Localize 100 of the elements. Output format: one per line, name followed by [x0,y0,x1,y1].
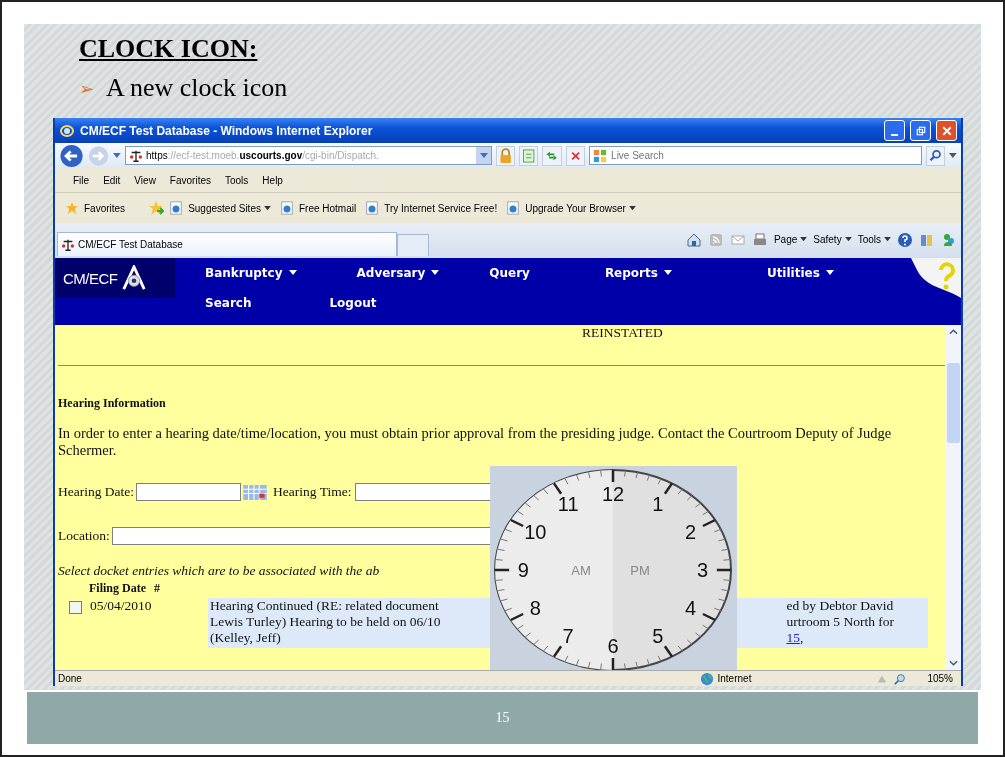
field-label: Hearing Time: [273,484,352,500]
caret-icon[interactable] [949,152,958,159]
close-button[interactable] [936,120,957,141]
nav-menu-item[interactable]: Search [205,296,252,310]
page-icon[interactable] [279,201,294,215]
clock-hour-number[interactable]: 10 [524,521,547,543]
caret-icon [628,205,636,211]
page-icon[interactable] [169,201,184,215]
app-logo-text: CM/ECF [63,269,118,287]
clock-hour-number[interactable]: 4 [685,597,697,619]
search-field[interactable]: Live Search [611,150,921,161]
add-favorite-icon[interactable] [148,200,165,216]
clock-hour-number[interactable]: 7 [562,624,574,647]
favorites-link[interactable]: Suggested Sites [188,202,271,214]
field-label: Hearing Date: [58,484,135,500]
clock-hour-number[interactable]: 9 [517,559,529,581]
caret-icon [884,237,891,242]
status-text: Done [58,673,82,684]
clock-hour-number[interactable]: 5 [652,624,664,647]
globe-icon [699,671,714,686]
command-menu[interactable]: Page [773,228,808,251]
restore-button[interactable] [910,120,931,141]
minimize-icon [891,133,898,136]
clock-hour-number[interactable]: 8 [529,597,541,619]
menu-item[interactable]: Favorites [169,174,211,186]
favorites-link[interactable]: Upgrade Your Browser [525,202,636,214]
page-icon[interactable] [365,201,380,215]
docket-text: , [799,630,804,645]
instruction-note: Select docket entries which are to be associated with the ab [58,563,380,579]
caret-icon [844,237,852,242]
menu-item[interactable]: File [73,174,90,186]
docket-text: ed by Debtor David [786,598,894,614]
caret-icon [663,270,672,276]
slide-number: 15 [495,710,510,726]
case-status-text: REINSTATED [582,325,663,340]
slide-title: CLOCK ICON: [79,34,258,64]
instructions-text: In order to enter a hearing date/time/location, you must obtain prior approval from the presiding judge. Contact the Courtroom Deputy of Judge Schermer. [58,425,893,459]
clock-hour-number[interactable]: 2 [685,521,697,543]
caret-icon[interactable] [113,152,121,159]
menu-item[interactable]: Tools [225,174,249,186]
caret-icon [800,237,808,242]
clock-hour-number[interactable]: 12 [601,483,625,505]
help-question-icon[interactable] [911,258,961,298]
nav-menu-item[interactable]: Utilities [766,266,834,280]
bullet-text: A new clock icon [106,73,288,103]
nav-menu-item[interactable]: Reports [604,266,672,280]
nav-menu-item[interactable]: Query [489,266,530,280]
back-button[interactable] [59,143,85,168]
clock-hour-number[interactable]: 6 [607,635,619,657]
hearing-date-field[interactable] [136,483,242,501]
menu-item[interactable]: View [134,174,156,186]
close-icon [940,124,953,137]
document-link[interactable]: 15 [786,630,800,645]
restore-icon [914,124,927,137]
security-zone: Internet [717,673,752,684]
favorites-button[interactable]: Favorites [84,202,126,214]
favorites-link[interactable]: Try Internet Service Free! [384,202,498,214]
refresh-icon[interactable] [542,145,562,166]
help-icon[interactable] [897,231,913,248]
entry-checkbox[interactable] [69,601,82,614]
favorites-link[interactable]: Free Hotmail [298,202,357,214]
clock-hour-number[interactable]: 1 [652,493,664,516]
field-label: Location: [58,528,110,544]
nav-menu-item[interactable]: Adversary [356,266,440,280]
command-menu[interactable]: Safety [813,228,852,251]
search-box[interactable]: Live Search [589,146,922,165]
column-header: # [154,581,160,596]
scrollbar-thumb[interactable] [946,363,960,443]
printer-icon[interactable] [751,231,768,248]
star-icon[interactable] [65,201,79,215]
clock-hour-number[interactable]: 3 [697,559,709,581]
clock-hour-number[interactable]: 11 [557,493,579,516]
calendar-icon[interactable] [243,484,268,500]
caret-icon [431,270,440,276]
stop-icon[interactable] [565,145,586,166]
browser-logo-icon [59,122,75,139]
page-icon[interactable] [506,201,521,215]
search-icon[interactable] [925,145,946,166]
lock-icon[interactable] [495,145,515,166]
docket-text: (Kelley, Jeff) [210,630,282,646]
home-icon[interactable] [685,231,702,248]
nav-menu-item[interactable]: Bankruptcy [205,266,297,280]
dropdown-icon[interactable] [475,147,491,164]
minimize-button[interactable] [884,120,905,141]
scrollbar[interactable] [945,325,961,670]
scales-icon [129,148,143,163]
command-menu[interactable]: Tools [857,228,891,251]
nav-menu-item[interactable]: Logout [329,296,377,310]
menu-item[interactable]: Edit [103,174,121,186]
address-field[interactable]: https://ecf-test.moeb.uscourts.gov/cgi-bin/Dispatch. [125,146,492,165]
scroll-up-icon[interactable] [948,329,958,335]
menu-item[interactable]: Help [262,174,283,186]
browser-tab[interactable]: CM/ECF Test Database [57,232,397,256]
caret-icon [288,270,297,276]
zoom-icon[interactable] [893,671,908,686]
window-title: CM/ECF Test Database - Windows Internet Explorer [80,123,373,138]
messenger-icon[interactable] [941,231,957,248]
compatibility-icon[interactable] [519,145,539,166]
scroll-down-icon[interactable] [948,660,958,666]
zoom-level[interactable]: 105% [927,673,953,684]
